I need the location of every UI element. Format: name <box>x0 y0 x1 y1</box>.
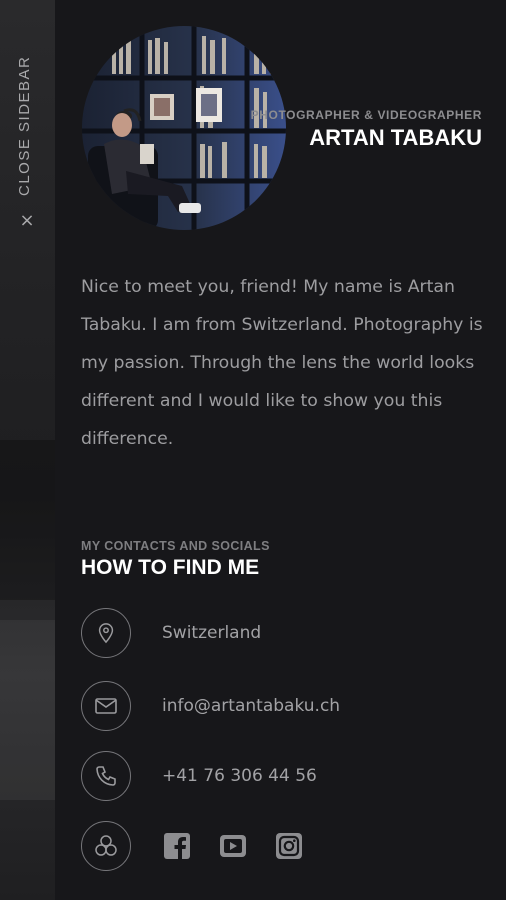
social-links <box>162 831 304 861</box>
contact-email-link[interactable]: info@artantabaku.ch <box>162 696 340 716</box>
contact-location: Switzerland <box>81 608 481 658</box>
facebook-icon[interactable] <box>162 831 192 861</box>
contact-phone-link[interactable]: +41 76 306 44 56 <box>162 766 317 786</box>
contact-email[interactable]: info@artantabaku.ch <box>81 681 481 731</box>
phone-icon <box>81 751 131 801</box>
profile-bio: Nice to meet you, friend! My name is Art… <box>81 277 483 449</box>
contacts-subtitle: MY CONTACTS AND SOCIALS <box>81 539 270 553</box>
contact-location-text: Switzerland <box>162 623 262 643</box>
contact-phone[interactable]: +41 76 306 44 56 <box>81 751 481 801</box>
sidebar-panel: PHOTOGRAPHER & VIDEOGRAPHER ARTAN TABAKU… <box>55 0 506 900</box>
background-shade <box>0 620 55 800</box>
share-icon <box>81 821 131 871</box>
avatar <box>82 26 286 230</box>
contact-socials <box>81 821 481 871</box>
envelope-icon <box>81 681 131 731</box>
contacts-title: HOW TO FIND ME <box>81 556 260 579</box>
instagram-icon[interactable] <box>274 831 304 861</box>
background-shade <box>0 440 55 600</box>
close-sidebar-label[interactable]: CLOSE SIDEBAR <box>16 56 33 196</box>
avatar-photo <box>82 26 286 230</box>
close-icon[interactable]: × <box>18 212 36 230</box>
location-pin-icon <box>81 608 131 658</box>
profile-role: PHOTOGRAPHER & VIDEOGRAPHER <box>250 108 482 122</box>
youtube-icon[interactable] <box>218 831 248 861</box>
profile-name: ARTAN TABAKU <box>309 125 482 150</box>
